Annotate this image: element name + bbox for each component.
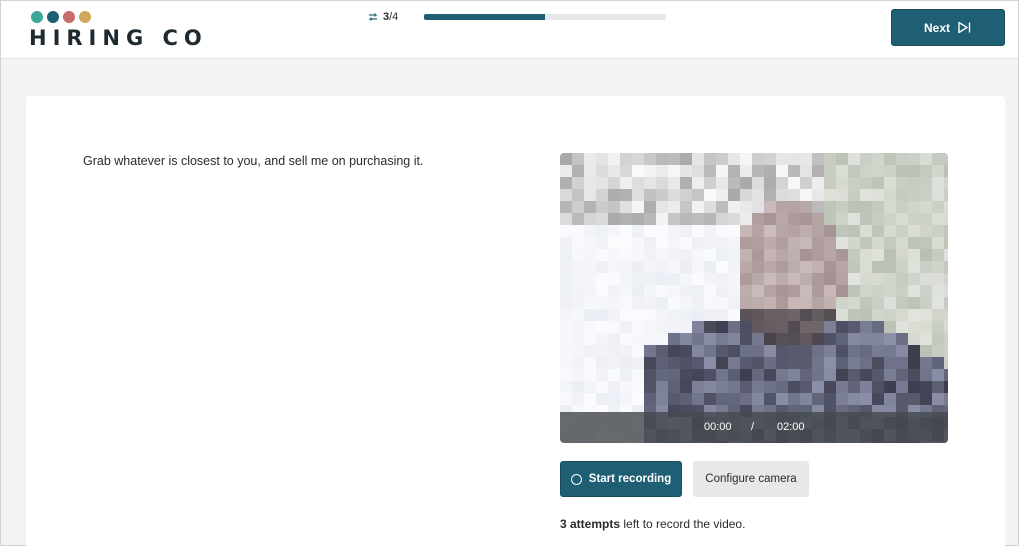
brand-name: HIRING CO [29, 26, 208, 50]
video-duration: 02:00 [777, 421, 805, 433]
repeat-icon [368, 13, 378, 21]
attempts-suffix: left to record the video. [620, 517, 746, 531]
circle-record-icon [570, 473, 582, 485]
configure-camera-button[interactable]: Configure camera [693, 461, 809, 497]
start-recording-button[interactable]: Start recording [560, 461, 682, 497]
logo-dot [63, 11, 75, 23]
video-controls-bar: 00:00 / 02:00 [560, 412, 948, 443]
configure-camera-label: Configure camera [705, 473, 797, 485]
logo-dot [47, 11, 59, 23]
question-card: Grab whatever is closest to you, and sel… [26, 96, 1005, 546]
camera-feed-image [560, 153, 948, 443]
camera-preview: 00:00 / 02:00 [560, 153, 948, 443]
next-button[interactable]: Next [891, 9, 1005, 46]
brand-logo: HIRING CO [29, 11, 208, 50]
question-text: Grab whatever is closest to you, and sel… [83, 154, 424, 168]
progress-count: 3/4 [383, 11, 398, 23]
start-recording-label: Start recording [588, 473, 672, 485]
top-bar: HIRING CO 3/4 Next [1, 1, 1018, 59]
logo-dot [31, 11, 43, 23]
skip-forward-icon [958, 21, 971, 34]
logo-dot [79, 11, 91, 23]
attempts-count: 3 attempts [560, 517, 621, 531]
logo-dots [31, 11, 208, 23]
video-time-separator: / [751, 421, 755, 433]
attempts-remaining: 3 attempts left to record the video. [560, 517, 745, 531]
question-progress: 3/4 [367, 11, 666, 23]
progress-total: /4 [389, 11, 399, 23]
progress-bar [424, 14, 666, 20]
progress-bar-fill [424, 14, 545, 20]
video-current-time: 00:00 [704, 421, 732, 433]
next-button-label: Next [923, 20, 950, 35]
